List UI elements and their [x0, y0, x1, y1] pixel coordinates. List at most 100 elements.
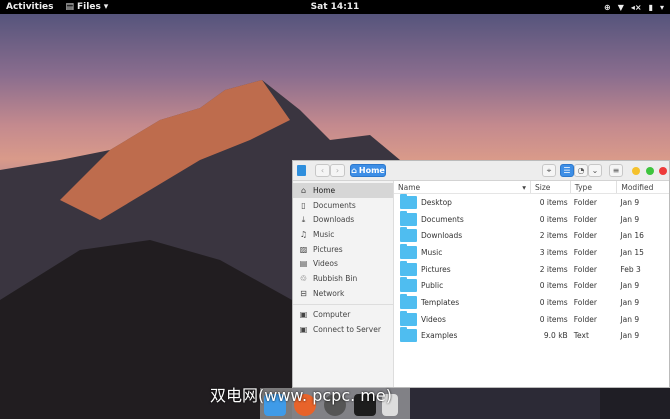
header-bar: ‹ › ⌂ Home ⌖ ☰ ◔ ⌄ ≡ — [293, 161, 669, 181]
sidebar-item-rubbish-bin[interactable]: ♲ Rubbish Bin — [293, 271, 393, 286]
clock[interactable]: Sat 14:11 — [311, 2, 360, 12]
chevron-down-icon: ▾ — [103, 2, 109, 12]
file-row[interactable]: Documents 0 items Folder Jan 9 — [394, 210, 669, 228]
watermark: 双电网(www. pcpc. me) — [210, 386, 392, 405]
file-size: 2 items — [539, 264, 568, 274]
column-name[interactable]: Name ▾ — [394, 181, 531, 193]
file-type: Folder — [573, 297, 597, 307]
minimize-button[interactable] — [632, 167, 640, 175]
file-type: Folder — [573, 247, 597, 257]
folder-icon — [400, 243, 417, 259]
path-home-button[interactable]: ⌂ Home — [350, 164, 386, 177]
wifi-icon: ▼ — [617, 2, 624, 12]
sidebar-item-label: Rubbish Bin — [313, 273, 358, 283]
document-icon: ▯ — [301, 200, 306, 210]
file-name: Desktop — [421, 197, 452, 207]
file-modified: Feb 3 — [620, 264, 641, 274]
video-icon: ▤ — [299, 259, 308, 269]
sort-descending-icon: ▾ — [522, 182, 526, 192]
sidebar-item-videos[interactable]: ▤ Videos — [293, 256, 393, 271]
path-label: Home — [358, 166, 385, 175]
file-size: 0 items — [539, 281, 568, 291]
battery-icon: ▮ — [648, 2, 653, 12]
picture-icon: ▨ — [299, 244, 308, 254]
chevron-down-icon: ▾ — [659, 2, 664, 12]
file-size: 0 items — [539, 297, 568, 307]
sidebar-item-home[interactable]: ⌂ Home — [293, 183, 393, 198]
file-modified: Jan 15 — [620, 247, 644, 257]
file-size: 2 items — [539, 231, 568, 241]
music-icon: ♫ — [299, 229, 308, 239]
computer-icon: ▣ — [299, 310, 308, 320]
file-row[interactable]: Templates 0 items Folder Jan 9 — [394, 293, 669, 311]
file-modified: Jan 16 — [620, 231, 644, 241]
sidebar-item-network[interactable]: ⊟ Network — [293, 286, 393, 301]
file-modified: Jan 9 — [620, 214, 640, 224]
home-icon: ⌂ — [300, 185, 307, 195]
sidebar: ⌂ Home ▯ Documents ⤓ Downloads ♫ Music ▨ Pictures… — [293, 181, 394, 387]
sidebar-item-music[interactable]: ♫ Music — [293, 227, 393, 242]
file-size: 9.0 kB — [543, 331, 568, 341]
file-row[interactable]: Downloads 2 items Folder Jan 16 — [394, 227, 669, 244]
file-name: Documents — [421, 214, 464, 224]
file-size: 0 items — [539, 214, 568, 224]
file-type: Folder — [573, 314, 597, 324]
sidebar-item-label: Music — [313, 229, 335, 239]
sidebar-item-computer[interactable]: ▣ Computer — [293, 308, 393, 323]
system-tray[interactable]: ⊕ ▼ ◂× ▮ ▾ — [604, 3, 664, 12]
column-headers: Name ▾ Size Type Modified — [394, 181, 669, 194]
column-size[interactable]: Size — [531, 181, 571, 193]
sidebar-item-label: Network — [313, 288, 345, 298]
file-size: 3 items — [539, 247, 568, 257]
file-modified: Jan 9 — [620, 314, 640, 324]
folder-icon — [400, 260, 417, 276]
file-type: Folder — [573, 197, 597, 207]
folder-icon — [400, 293, 417, 309]
file-row[interactable]: Examples 9.0 kB Text Jan 9 — [394, 327, 669, 345]
file-type: Folder — [573, 281, 597, 291]
app-menu[interactable]: ▤ Files ▾ — [66, 2, 109, 12]
file-row[interactable]: Music 3 items Folder Jan 15 — [394, 243, 669, 261]
file-name: Templates — [421, 297, 460, 307]
column-modified[interactable]: Modified — [617, 181, 669, 193]
file-type: Folder — [573, 264, 597, 274]
sidebar-item-label: Connect to Server — [313, 325, 381, 335]
sidebar-item-label: Pictures — [313, 244, 343, 254]
file-row[interactable]: Videos 0 items Folder Jan 9 — [394, 310, 669, 328]
forward-button[interactable]: › — [330, 164, 345, 177]
trash-icon: ♲ — [299, 273, 308, 283]
sidebar-item-connect-to-server[interactable]: ▣ Connect to Server — [293, 322, 393, 337]
maximize-button[interactable] — [646, 167, 654, 175]
file-row[interactable]: Pictures 2 items Folder Feb 3 — [394, 260, 669, 278]
sidebar-item-label: Computer — [313, 310, 351, 320]
file-modified: Jan 9 — [620, 331, 640, 341]
folder-icon — [400, 277, 417, 293]
file-name: Videos — [421, 314, 446, 324]
sidebar-item-documents[interactable]: ▯ Documents — [293, 198, 393, 213]
view-dropdown-button[interactable]: ⌄ — [588, 164, 602, 177]
sidebar-item-pictures[interactable]: ▨ Pictures — [293, 242, 393, 257]
files-app-icon: ▤ — [65, 2, 75, 12]
menu-button[interactable]: ≡ — [609, 164, 623, 177]
sidebar-item-downloads[interactable]: ⤓ Downloads — [293, 212, 393, 227]
folder-icon — [400, 210, 417, 226]
column-name-label: Name — [398, 182, 421, 192]
file-type: Folder — [573, 214, 597, 224]
activities-button[interactable]: Activities — [6, 2, 54, 12]
file-name: Examples — [421, 331, 458, 341]
folder-icon — [400, 227, 417, 243]
file-list: Name ▾ Size Type Modified Desktop 0 items F… — [394, 181, 669, 387]
column-type[interactable]: Type — [571, 181, 618, 193]
file-type: Folder — [573, 231, 597, 241]
file-row[interactable]: Public 0 items Folder Jan 9 — [394, 277, 669, 294]
sidebar-item-label: Downloads — [313, 215, 355, 225]
location-button[interactable]: ⌖ — [542, 164, 556, 177]
list-view-button[interactable]: ☰ — [560, 164, 574, 177]
view-options-button[interactable]: ◔ — [574, 164, 588, 177]
back-button[interactable]: ‹ — [315, 164, 330, 177]
file-name: Public — [421, 281, 444, 291]
server-icon: ▣ — [299, 325, 308, 335]
file-row[interactable]: Desktop 0 items Folder Jan 9 — [394, 193, 669, 211]
close-button[interactable] — [659, 167, 667, 175]
top-bar: Activities ▤ Files ▾ Sat 14:11 ⊕ ▼ ◂× ▮ ▾ — [0, 0, 670, 14]
